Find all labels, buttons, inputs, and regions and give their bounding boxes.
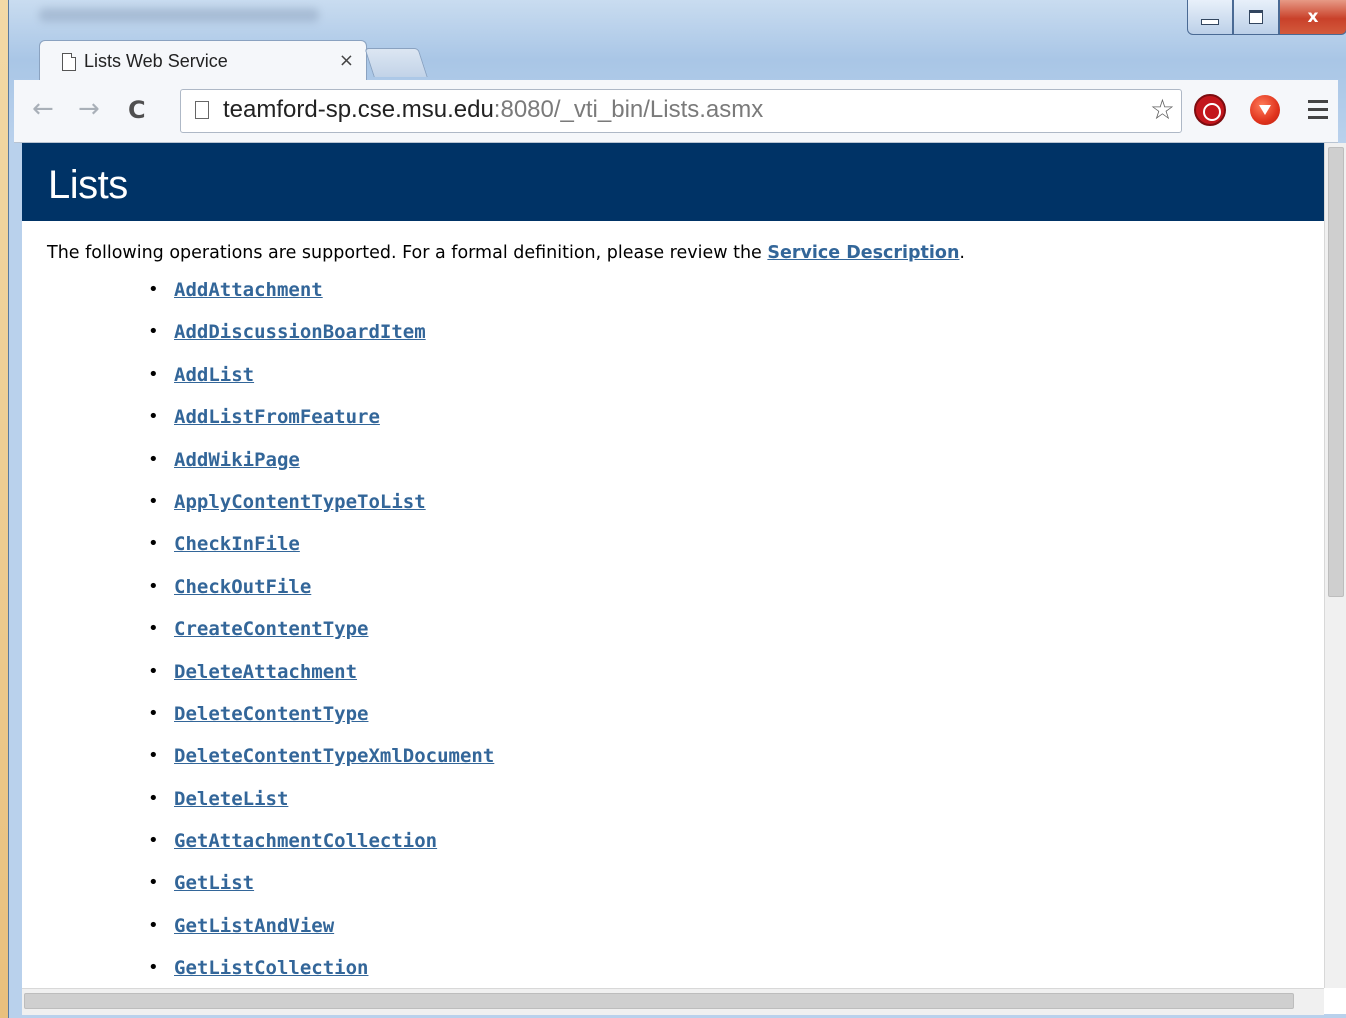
horizontal-scrollbar[interactable] — [22, 988, 1324, 1015]
list-item: CheckOutFile — [22, 572, 1324, 614]
operation-link[interactable]: ApplyContentTypeToList — [174, 491, 426, 513]
address-bar[interactable]: teamford-sp.cse.msu.edu:8080/_vti_bin/Li… — [180, 89, 1182, 133]
list-item: GetListAndView — [22, 911, 1324, 953]
list-item: GetAttachmentCollection — [22, 826, 1324, 868]
browser-toolbar: ← → C teamford-sp.cse.msu.edu:8080/_vti_… — [14, 80, 1338, 143]
intro-text: The following operations are supported. … — [47, 243, 1324, 263]
tab-close-icon[interactable]: × — [339, 50, 354, 71]
minimize-icon — [1201, 19, 1219, 25]
operation-link[interactable]: AddListFromFeature — [174, 406, 380, 428]
operation-link[interactable]: DeleteList — [174, 788, 288, 810]
operation-link[interactable]: DeleteContentType — [174, 703, 368, 725]
list-item: ApplyContentTypeToList — [22, 487, 1324, 529]
list-item: DeleteList — [22, 784, 1324, 826]
bookmark-star-icon[interactable]: ☆ — [1150, 93, 1175, 126]
list-item: CreateContentType — [22, 614, 1324, 656]
url-path: :8080/_vti_bin/Lists.asmx — [493, 96, 764, 123]
minimize-button[interactable] — [1187, 0, 1233, 35]
list-item: GetList — [22, 868, 1324, 910]
page-info-icon[interactable] — [195, 101, 209, 119]
list-item: AddWikiPage — [22, 445, 1324, 487]
menu-icon[interactable] — [1308, 100, 1328, 124]
operation-link[interactable]: DeleteContentTypeXmlDocument — [174, 745, 494, 767]
blurred-title-text — [39, 8, 319, 22]
operation-link[interactable]: GetListAndView — [174, 915, 334, 937]
list-item: AddDiscussionBoardItem — [22, 317, 1324, 359]
operation-link[interactable]: AddDiscussionBoardItem — [174, 321, 426, 343]
operation-link[interactable]: CreateContentType — [174, 618, 368, 640]
page-content: Lists The following operations are suppo… — [22, 143, 1324, 988]
operation-link[interactable]: AddList — [174, 364, 254, 386]
back-arrow-icon[interactable]: ← — [32, 94, 54, 124]
scrollbar-corner — [1324, 988, 1346, 1014]
vertical-scroll-thumb[interactable] — [1328, 147, 1344, 597]
reload-icon[interactable]: C — [128, 96, 146, 124]
list-item: AddListFromFeature — [22, 402, 1324, 444]
operation-link[interactable]: GetAttachmentCollection — [174, 830, 437, 852]
close-icon: x — [1307, 7, 1319, 27]
url-host: teamford-sp.cse.msu.edu — [223, 96, 494, 123]
close-window-button[interactable]: x — [1279, 0, 1346, 35]
download-extension-icon[interactable] — [1250, 95, 1280, 125]
operation-link[interactable]: DeleteAttachment — [174, 661, 357, 683]
adblock-extension-icon[interactable] — [1194, 94, 1226, 126]
operation-link[interactable]: CheckInFile — [174, 533, 300, 555]
intro-sentence: The following operations are supported. … — [47, 243, 768, 263]
new-tab-button[interactable] — [364, 48, 428, 77]
horizontal-scroll-thumb[interactable] — [24, 993, 1294, 1009]
url-text[interactable]: teamford-sp.cse.msu.edu:8080/_vti_bin/Li… — [223, 96, 763, 124]
operation-link[interactable]: GetListCollection — [174, 957, 368, 979]
operation-link[interactable]: AddAttachment — [174, 279, 323, 301]
page-icon — [62, 53, 76, 71]
heading-bar: Lists — [22, 143, 1324, 221]
list-item: CheckInFile — [22, 529, 1324, 571]
list-item: DeleteContentType — [22, 699, 1324, 741]
tab-lists-web-service[interactable]: Lists Web Service × — [39, 40, 367, 81]
operation-link[interactable]: GetList — [174, 872, 254, 894]
intro-period: . — [959, 243, 965, 263]
list-item: AddList — [22, 360, 1324, 402]
list-item: GetListCollection — [22, 953, 1324, 988]
list-item: DeleteContentTypeXmlDocument — [22, 741, 1324, 783]
window-controls: x — [1187, 0, 1346, 40]
list-item: DeleteAttachment — [22, 657, 1324, 699]
operation-link[interactable]: CheckOutFile — [174, 576, 311, 598]
service-description-link[interactable]: Service Description — [767, 243, 959, 263]
tab-title: Lists Web Service — [84, 51, 228, 71]
maximize-icon — [1249, 10, 1263, 24]
vertical-scrollbar[interactable] — [1324, 143, 1346, 988]
operation-link[interactable]: AddWikiPage — [174, 449, 300, 471]
page-title: Lists — [48, 163, 128, 207]
operations-list: AddAttachment AddDiscussionBoardItem AddLi… — [22, 275, 1324, 988]
list-item: AddAttachment — [22, 275, 1324, 317]
maximize-button[interactable] — [1233, 0, 1279, 35]
forward-arrow-icon[interactable]: → — [78, 94, 100, 124]
